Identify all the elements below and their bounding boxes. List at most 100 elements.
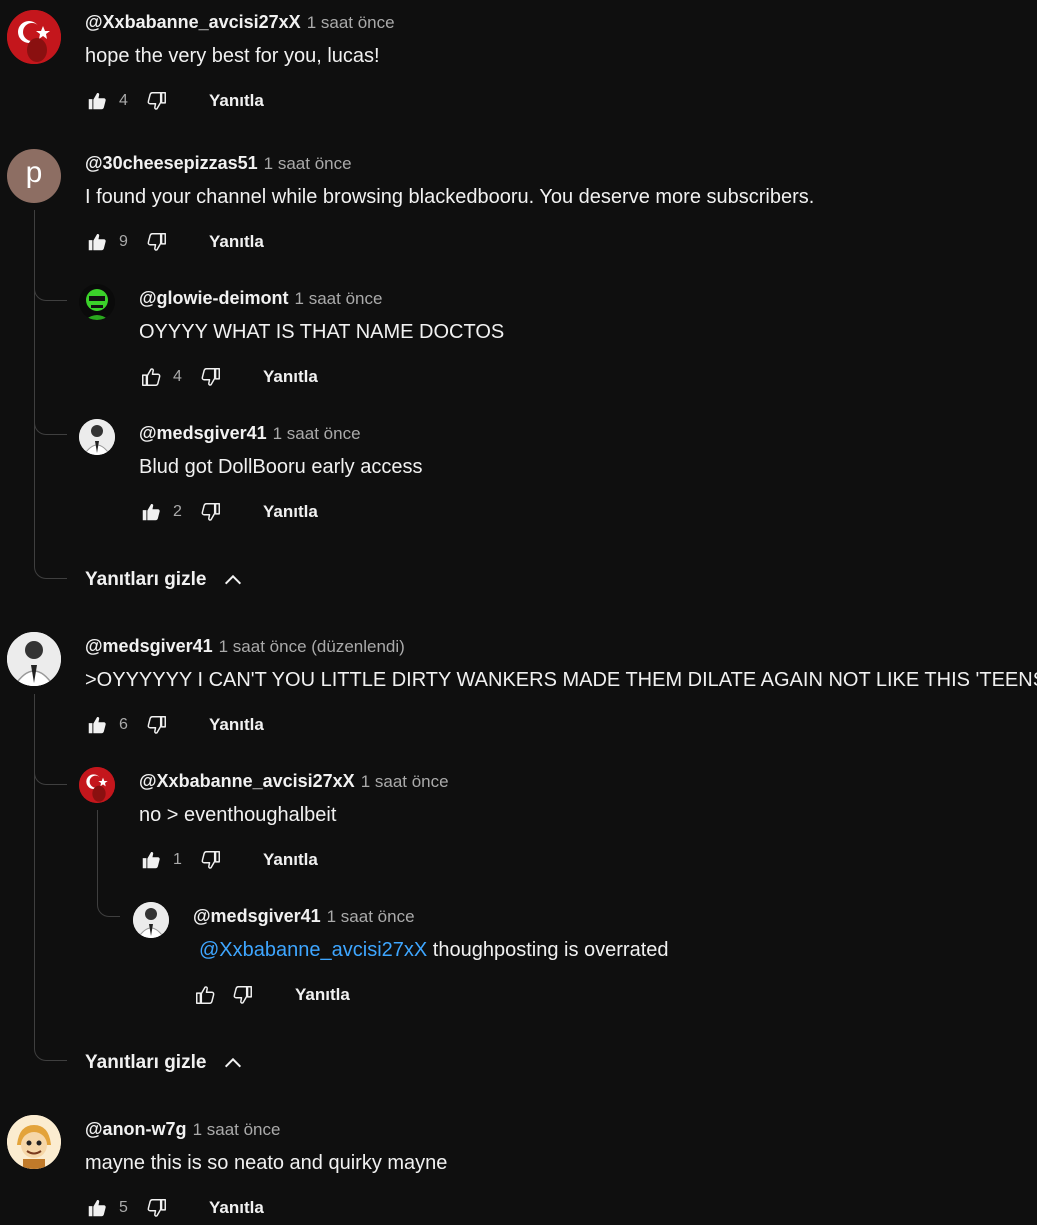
thumb-up-icon (142, 368, 161, 386)
thumb-up-filled-icon (88, 92, 106, 110)
reply-button[interactable]: Yanıtla (295, 985, 350, 1005)
like-count: 2 (173, 503, 182, 520)
author-name[interactable]: @30cheesepizzas51 (85, 153, 258, 173)
avatar[interactable] (79, 284, 115, 320)
comment-header: @Xxbabanne_avcisi27xX 1 saat önce (85, 11, 395, 34)
like-button[interactable] (85, 230, 109, 254)
avatar[interactable] (79, 767, 115, 803)
thumb-down-icon (201, 368, 220, 386)
like-button[interactable] (139, 848, 163, 872)
comment-actions: Yanıtla (193, 982, 350, 1008)
thumb-down-icon (201, 851, 220, 869)
reply-button[interactable]: Yanıtla (209, 715, 264, 735)
avatar[interactable] (7, 10, 61, 64)
reply-button[interactable]: Yanıtla (263, 502, 318, 522)
like-button[interactable] (85, 1196, 109, 1220)
reply-button[interactable]: Yanıtla (263, 367, 318, 387)
hide-replies-label: Yanıtları gizle (85, 569, 207, 590)
avatar[interactable] (79, 419, 115, 455)
timestamp[interactable]: 1 saat önce (361, 772, 449, 791)
dislike-button[interactable] (199, 365, 223, 389)
like-button[interactable] (139, 500, 163, 524)
like-button[interactable] (85, 89, 109, 113)
avatar[interactable] (7, 1115, 61, 1169)
avatar-flag-image (79, 767, 115, 803)
avatar[interactable] (7, 632, 61, 686)
thumb-down-icon (147, 233, 166, 251)
author-name[interactable]: @glowie-deimont (139, 288, 289, 308)
avatar[interactable] (133, 902, 169, 938)
avatar-doctor-image (133, 902, 169, 938)
comment-actions: 6 Yanıtla (85, 712, 264, 738)
thumb-down-icon (147, 1199, 166, 1217)
comment-actions: 9 Yanıtla (85, 229, 264, 255)
author-name[interactable]: @medsgiver41 (85, 636, 213, 656)
author-name[interactable]: @anon-w7g (85, 1119, 187, 1139)
chevron-up-icon (225, 574, 242, 585)
avatar[interactable]: p (7, 149, 61, 203)
comment-header: @medsgiver41 1 saat önce (düzenlendi) (85, 635, 405, 658)
comment-header: @medsgiver41 1 saat önce (193, 905, 415, 928)
timestamp[interactable]: 1 saat önce (273, 424, 361, 443)
author-name[interactable]: @medsgiver41 (193, 906, 321, 926)
reply-button[interactable]: Yanıtla (263, 850, 318, 870)
timestamp[interactable]: 1 saat önce (327, 907, 415, 926)
reply-button[interactable]: Yanıtla (209, 91, 264, 111)
thumb-down-icon (233, 986, 252, 1004)
thumb-down-icon (147, 92, 166, 110)
dislike-button[interactable] (231, 983, 255, 1007)
thread-elbow-6a (97, 894, 120, 917)
timestamp[interactable]: 1 saat önce (düzenlendi) (219, 637, 405, 656)
avatar-flag-image (7, 10, 61, 64)
reply-button[interactable]: Yanıtla (209, 232, 264, 252)
like-button[interactable] (139, 365, 163, 389)
timestamp[interactable]: 1 saat önce (307, 13, 395, 32)
thumb-up-icon (196, 986, 215, 1004)
dislike-button[interactable] (199, 848, 223, 872)
comment-header: @medsgiver41 1 saat önce (139, 422, 361, 445)
thumb-up-filled-icon (88, 233, 106, 251)
author-name[interactable]: @Xxbabanne_avcisi27xX (139, 771, 355, 791)
thumb-up-filled-icon (88, 1199, 106, 1217)
dislike-button[interactable] (145, 713, 169, 737)
timestamp[interactable]: 1 saat önce (264, 154, 352, 173)
thumb-down-icon (147, 716, 166, 734)
like-button[interactable] (85, 713, 109, 737)
hide-replies-button[interactable]: Yanıtları gizle (85, 1052, 244, 1074)
thread-line-5 (34, 694, 35, 1048)
comment-actions: 4 Yanıtla (85, 88, 264, 114)
hide-replies-button[interactable]: Yanıtları gizle (85, 569, 244, 591)
avatar-cartoon-image (7, 1115, 61, 1169)
author-name[interactable]: @Xxbabanne_avcisi27xX (85, 12, 301, 32)
comment-text: Blud got DollBooru early access (139, 456, 423, 478)
dislike-button[interactable] (199, 500, 223, 524)
reply-button[interactable]: Yanıtla (209, 1198, 264, 1218)
mention-link[interactable]: @Xxbabanne_avcisi27xX (199, 939, 427, 961)
timestamp[interactable]: 1 saat önce (193, 1120, 281, 1139)
thread-line-6 (97, 810, 98, 900)
avatar-doctor-image (79, 419, 115, 455)
dislike-button[interactable] (145, 1196, 169, 1220)
dislike-button[interactable] (145, 89, 169, 113)
thumb-up-filled-icon (88, 716, 106, 734)
thread-line-2 (34, 210, 35, 564)
like-count: 4 (173, 368, 182, 385)
author-name[interactable]: @medsgiver41 (139, 423, 267, 443)
comment-actions: 2 Yanıtla (139, 499, 318, 525)
comment-header: @30cheesepizzas51 1 saat önce (85, 152, 352, 175)
like-count: 9 (119, 233, 128, 250)
comment-actions: 4 Yanıtla (139, 364, 318, 390)
thread-elbow-5a (34, 760, 67, 785)
comment-text: OYYYY WHAT IS THAT NAME DOCTOS (139, 321, 505, 343)
comment-header: @Xxbabanne_avcisi27xX 1 saat önce (139, 770, 449, 793)
comment-header: @anon-w7g 1 saat önce (85, 1118, 280, 1141)
thumb-up-filled-icon (142, 503, 160, 521)
dislike-button[interactable] (145, 230, 169, 254)
hide-replies-label: Yanıtları gizle (85, 1052, 207, 1073)
timestamp[interactable]: 1 saat önce (295, 289, 383, 308)
like-button[interactable] (193, 983, 217, 1007)
thumb-up-filled-icon (142, 851, 160, 869)
thread-elbow-2b (34, 410, 67, 435)
thread-elbow-2c (34, 554, 67, 579)
avatar-doctor-image (7, 632, 61, 686)
